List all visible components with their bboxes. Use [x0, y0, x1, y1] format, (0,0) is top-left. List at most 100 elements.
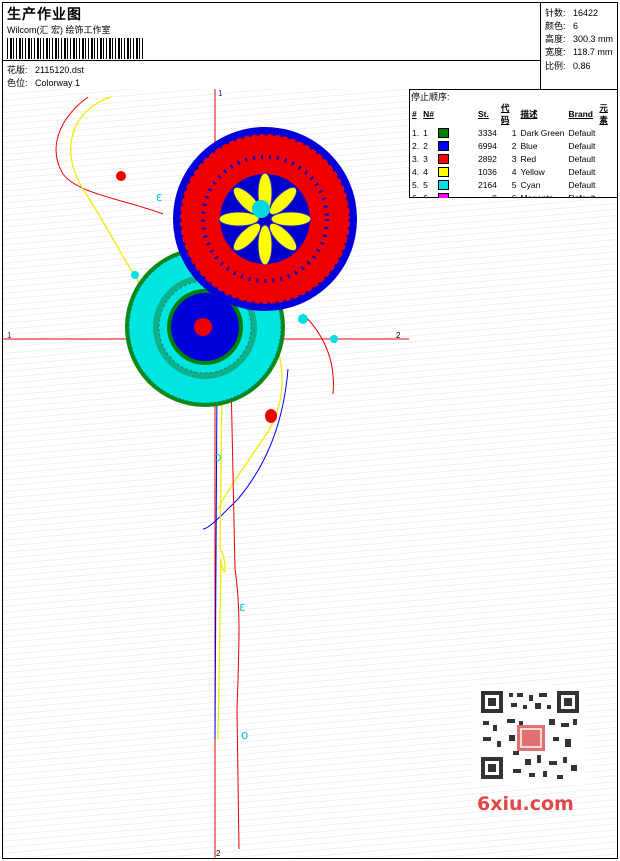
stat-label: 针数:	[545, 8, 566, 18]
row-brand: Default	[568, 166, 596, 177]
table-row[interactable]: 2. 2 6994 2 Blue Default	[410, 139, 617, 152]
red-thread-right	[302, 313, 334, 395]
column-header: 描述	[520, 109, 538, 119]
row-index: 2.	[412, 140, 420, 151]
row-swatch	[436, 178, 476, 191]
colorway-row: 色位: Colorway 1	[7, 76, 80, 89]
row-number: 3	[423, 153, 428, 164]
column-header: 元素	[599, 103, 608, 125]
color-swatch	[437, 179, 449, 190]
row-stitches: 2164	[477, 179, 497, 190]
header-left: 生产作业图 Wilcom(汇 宏) 绘饰工作室 花版: 2115120.dst 色…	[3, 3, 540, 89]
row-element	[597, 165, 617, 178]
row-brand: Default	[568, 140, 596, 151]
red-thread	[55, 96, 164, 215]
barcode	[7, 38, 144, 59]
row-description: Cyan	[520, 179, 541, 190]
stop-sequence-table: # N# St. 代码 描述 Brand 元素 1. 1 3334 1 Dark Gre…	[410, 102, 617, 204]
row-description: Blue	[520, 140, 538, 151]
colorway-value: Colorway 1	[35, 78, 81, 88]
cyan-mark: ɛ	[239, 600, 246, 614]
table-row[interactable]: 5. 5 2164 5 Cyan Default	[410, 178, 617, 191]
stat-width: 宽度: 118.7 mm	[545, 45, 612, 58]
row-number: 4	[423, 166, 428, 177]
row-index: 4.	[412, 166, 420, 177]
axis-label-top: 1	[218, 89, 223, 98]
row-brand: Default	[568, 179, 596, 190]
column-header: 代码	[500, 103, 510, 125]
column-header: Brand	[568, 109, 593, 119]
row-brand: Default	[568, 127, 596, 138]
table-row[interactable]: 4. 4 1036 4 Yellow Default	[410, 165, 617, 178]
row-element	[597, 126, 617, 139]
studio-name: Wilcom(汇 宏) 绘饰工作室	[7, 25, 111, 35]
design-value: 2115120.dst	[35, 65, 84, 75]
stat-label: 高度:	[545, 34, 566, 44]
stat-value: 16422	[573, 8, 599, 18]
column-header: N#	[423, 109, 434, 119]
stat-label: 颜色:	[545, 21, 566, 31]
axis-label-bottom: 2	[216, 849, 221, 858]
stat-value: 300.3 mm	[573, 34, 614, 44]
axis-label-right: 2	[396, 331, 401, 340]
red-dot	[116, 171, 126, 181]
cyan-mark: ɛ	[156, 190, 163, 204]
color-swatch	[437, 127, 449, 138]
row-code: 2	[511, 140, 517, 151]
row-swatch	[436, 139, 476, 152]
row-swatch	[436, 165, 476, 178]
divider	[3, 60, 540, 61]
qr-code	[473, 685, 585, 785]
row-element	[597, 152, 617, 165]
stop-sequence-top: 停止顺序: # N# St. 代码 描述 Brand 元素 1. 1 3334 1 Da…	[409, 89, 617, 203]
table-row[interactable]: 1. 1 3334 1 Dark Green Default	[410, 126, 617, 139]
row-index: 3.	[412, 153, 420, 164]
column-header: St.	[477, 109, 489, 119]
row-stitches: 2892	[477, 153, 497, 164]
stat-colors: 颜色: 6	[545, 19, 578, 32]
row-number: 2	[423, 140, 428, 151]
cyan-dot	[330, 335, 338, 343]
stats-panel: 针数: 16422 颜色: 6 高度: 300.3 mm 宽度: 118.7 mm 比例…	[540, 3, 618, 89]
stat-scale: 比例: 0.86	[545, 59, 591, 72]
red-stem	[230, 378, 240, 850]
row-code: 5	[511, 179, 517, 190]
axis-label-left: 1	[7, 331, 12, 340]
stat-label: 比例:	[545, 61, 566, 71]
row-code: 3	[511, 153, 517, 164]
row-swatch	[436, 152, 476, 165]
row-element	[597, 178, 617, 191]
row-stitches: 6994	[477, 140, 497, 151]
row-number: 1	[423, 127, 428, 138]
table-header-row: # N# St. 代码 描述 Brand 元素	[410, 102, 617, 126]
row-stitches: 1036	[477, 166, 497, 177]
stat-stitches: 针数: 16422	[545, 6, 598, 19]
cyan-mark: o	[241, 728, 248, 742]
column-header	[436, 102, 476, 126]
color-swatch	[437, 140, 449, 151]
design-canvas[interactable]: ɛ ɔ ɛ o 1 1 2 2	[3, 89, 410, 858]
row-swatch	[436, 126, 476, 139]
design-label: 花版:	[7, 65, 28, 75]
table-row[interactable]: 3. 3 2892 3 Red Default	[410, 152, 617, 165]
color-swatch	[437, 153, 449, 164]
embroidery-preview: ɛ ɔ ɛ o	[3, 89, 409, 858]
row-description: Dark Green	[520, 127, 565, 138]
row-number: 5	[423, 179, 428, 190]
red-flower	[173, 127, 357, 311]
production-sheet: 生产作业图 Wilcom(汇 宏) 绘饰工作室 花版: 2115120.dst 色…	[2, 2, 618, 859]
stat-value: 0.86	[573, 61, 591, 71]
cyan-dot	[131, 271, 139, 279]
colorway-label: 色位:	[7, 78, 28, 88]
row-element	[597, 139, 617, 152]
cyan-dot	[298, 314, 308, 324]
stat-height: 高度: 300.3 mm	[545, 32, 613, 45]
row-index: 5.	[412, 179, 420, 190]
page-title: 生产作业图	[7, 6, 82, 22]
stat-value: 6	[573, 21, 579, 31]
stat-label: 宽度:	[545, 47, 566, 57]
yellow-thread	[70, 96, 144, 290]
stat-value: 118.7 mm	[573, 47, 613, 57]
header: 生产作业图 Wilcom(汇 宏) 绘饰工作室 花版: 2115120.dst 色…	[3, 3, 617, 90]
column-header: #	[412, 109, 417, 119]
